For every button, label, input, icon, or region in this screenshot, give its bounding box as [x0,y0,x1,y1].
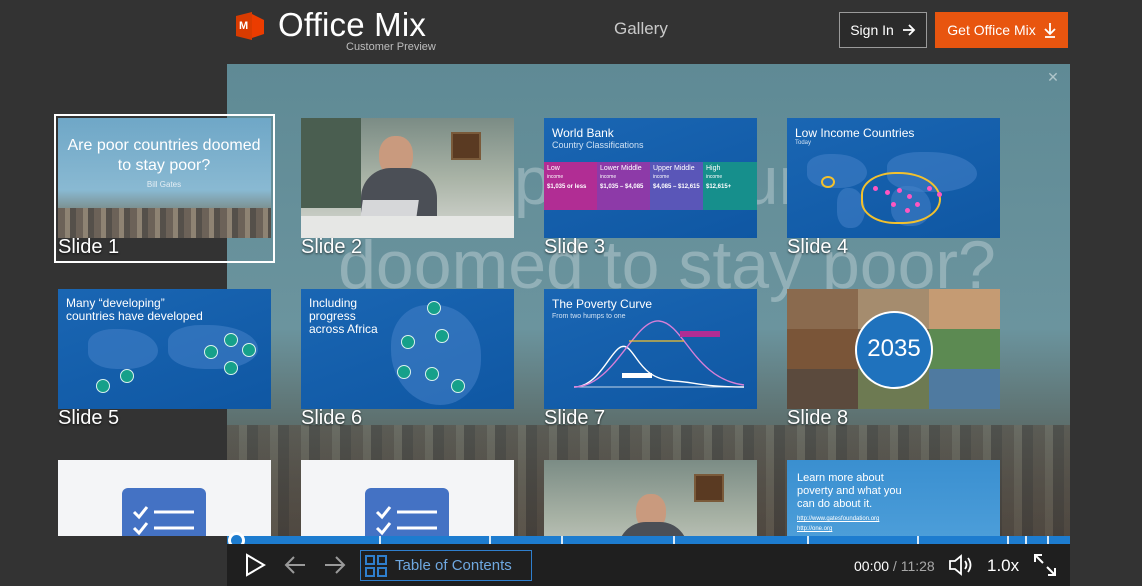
previous-slide-button[interactable] [281,552,309,578]
checklist-icon [122,488,206,536]
slide-12-title: Learn more about poverty and what you ca… [797,472,902,510]
office-mix-logo-icon: M [236,12,264,40]
play-icon [246,553,266,577]
slide-thumbnail-4[interactable]: Low Income Countries Today Slide 4 [785,116,1002,261]
slide-3-subtitle: Country Classifications [552,140,644,150]
playback-time: 00:00 / 11:28 [854,558,935,574]
slide-5-label: Slide 5 [58,407,120,429]
download-icon [1044,23,1056,38]
slide-8-preview: 2035 [787,289,1000,409]
slide-6-title: Including progress across Africa [309,296,378,336]
grid-icon [365,554,387,577]
header: M Office Mix Customer Preview Gallery Si… [0,0,1142,64]
playback-speed-button[interactable]: 1.0x [987,556,1019,576]
slide-thumbnail-8[interactable]: 2035 Slide 8 [785,287,1002,432]
get-office-mix-label: Get Office Mix [947,22,1036,38]
fullscreen-icon [1034,554,1056,576]
slide-1-title: Are poor countries doomed to stay poor? [67,137,261,174]
brand-name: Office Mix [278,6,427,43]
slide-7-label: Slide 7 [544,407,606,429]
slide-thumbnail-12[interactable]: Learn more about poverty and what you ca… [785,458,1002,536]
slide-5-title: Many “developing” countries have develop… [66,296,203,323]
slide-3-tier-high: High income $12,615+ [703,162,757,210]
slide-3-preview: World Bank Country Classifications Low i… [544,118,757,238]
svg-text:M: M [239,20,248,32]
slide-1-preview: Are poor countries doomed to stay poor? … [58,118,271,238]
arrow-left-icon [284,556,305,574]
time-total: 11:28 [900,558,935,574]
table-of-contents-button[interactable]: Table of Contents [360,550,532,581]
arrow-right-icon [325,556,346,574]
slide-thumbnail-10[interactable] [299,458,516,536]
gallery-link[interactable]: Gallery [614,19,668,39]
slide-4-title: Low Income Countries [795,126,915,140]
slide-thumbnail-11[interactable] [542,458,759,536]
slide-3-tier-low: Low income $1,035 or less [544,162,597,210]
slide-3-tier-lower-middle: Lower Middle income $1,035 – $4,085 [597,162,650,210]
brand-subtitle: Customer Preview [346,41,436,53]
sign-in-label: Sign In [850,22,894,38]
slide-2-label: Slide 2 [301,236,363,258]
slide-1-subtitle: Bill Gates [146,180,182,189]
time-separator: / [889,558,901,574]
slide-12-preview: Learn more about poverty and what you ca… [787,460,1000,536]
slide-8-label: Slide 8 [787,407,849,429]
play-button[interactable] [241,552,269,578]
time-current: 00:00 [854,558,890,574]
slide-4-subtitle: Today [795,140,812,146]
volume-button[interactable] [947,552,975,578]
slide-11-video-preview [544,460,757,536]
checklist-icon [365,488,449,536]
table-of-contents-label: Table of Contents [395,557,512,574]
office-mix-logo[interactable]: M Office Mix Customer Preview [234,6,436,54]
sign-in-button[interactable]: Sign In [839,12,927,48]
slide-6-preview: Including progress across Africa [301,289,514,409]
slide-thumbnail-6[interactable]: Including progress across Africa Slide 6 [299,287,516,432]
poverty-curve-graphic [573,320,745,388]
slide-3-label: Slide 3 [544,236,606,258]
slide-thumbnail-1[interactable]: Are poor countries doomed to stay poor? … [54,114,275,263]
slide-10-preview [301,460,514,536]
get-office-mix-button[interactable]: Get Office Mix [935,12,1068,48]
slide-12-link-1: http://www.gatesfoundation.org [797,516,880,522]
slide-1-label: Slide 1 [58,236,120,258]
slide-12-link-2: http://one.org [797,526,833,532]
slide-thumbnail-9[interactable] [56,458,273,536]
slide-4-label: Slide 4 [787,236,849,258]
slide-thumbnail-3[interactable]: World Bank Country Classifications Low i… [542,116,759,261]
volume-icon [949,554,972,576]
slide-thumbnail-7[interactable]: The Poverty Curve From two humps to one … [542,287,759,432]
slide-6-label: Slide 6 [301,407,363,429]
slide-7-preview: The Poverty Curve From two humps to one [544,289,757,409]
slide-8-year: 2035 [867,335,921,362]
progress-bar[interactable] [227,536,1070,544]
slide-4-preview: Low Income Countries Today [787,118,1000,238]
slide-1-city-photo [58,208,271,238]
slide-9-preview [58,460,271,536]
slide-3-title: World Bank [552,126,614,140]
slide-thumbnail-2[interactable]: Slide 2 [299,116,516,261]
next-slide-button[interactable] [321,552,349,578]
slide-5-preview: Many “developing” countries have develop… [58,289,271,409]
close-icon[interactable]: ✕ [1046,70,1060,84]
slide-thumbnail-5[interactable]: Many “developing” countries have develop… [56,287,273,432]
player-controls: Table of Contents 00:00 / 11:28 1.0x [227,544,1070,586]
slide-8-year-circle: 2035 [855,311,933,389]
fullscreen-button[interactable] [1031,552,1059,578]
slide-2-video-preview [301,118,514,238]
arrow-right-icon [902,24,916,36]
slide-3-tier-upper-middle: Upper Middle income $4,085 – $12,615 [650,162,703,210]
